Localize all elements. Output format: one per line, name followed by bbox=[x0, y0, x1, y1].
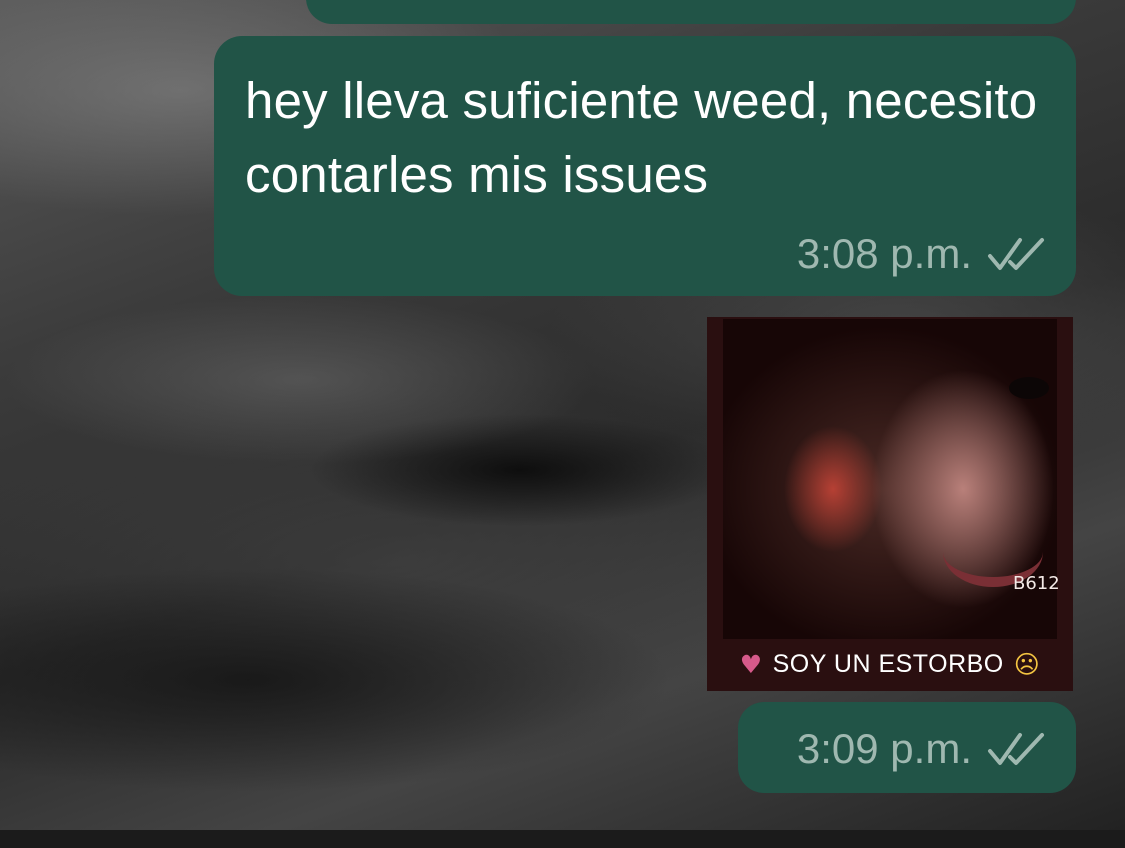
chat-background: hey lleva suficiente weed, necesito cont… bbox=[0, 0, 1125, 830]
message-meta: 3:09 p.m. bbox=[797, 725, 1046, 773]
sticker-caption: ♥ SOY UN ESTORBO ☹ bbox=[707, 637, 1073, 691]
sticker-image[interactable]: B612 ♥ SOY UN ESTORBO ☹ bbox=[707, 317, 1073, 691]
double-check-icon bbox=[988, 238, 1044, 270]
outgoing-message-bubble[interactable]: hey lleva suficiente weed, necesito cont… bbox=[214, 36, 1076, 296]
sticker-photo: B612 bbox=[723, 319, 1060, 639]
message-time: 3:08 p.m. bbox=[796, 230, 972, 277]
crying-face-icon: ☹ bbox=[1013, 649, 1041, 679]
sticker-eye bbox=[1009, 377, 1049, 399]
message-time: 3:09 p.m. bbox=[796, 725, 972, 772]
broken-heart-icon: ♥ bbox=[739, 649, 763, 679]
double-check-icon bbox=[988, 733, 1044, 765]
previous-message-bubble[interactable] bbox=[306, 0, 1076, 24]
sticker-badge: B612 bbox=[1013, 573, 1060, 594]
sticker-time-bubble[interactable]: 3:09 p.m. bbox=[738, 702, 1076, 793]
bottom-bar bbox=[0, 830, 1125, 848]
sticker-caption-text: SOY UN ESTORBO bbox=[772, 649, 1004, 678]
message-meta: 3:08 p.m. bbox=[797, 230, 1046, 278]
message-text: hey lleva suficiente weed, necesito cont… bbox=[245, 72, 1038, 203]
